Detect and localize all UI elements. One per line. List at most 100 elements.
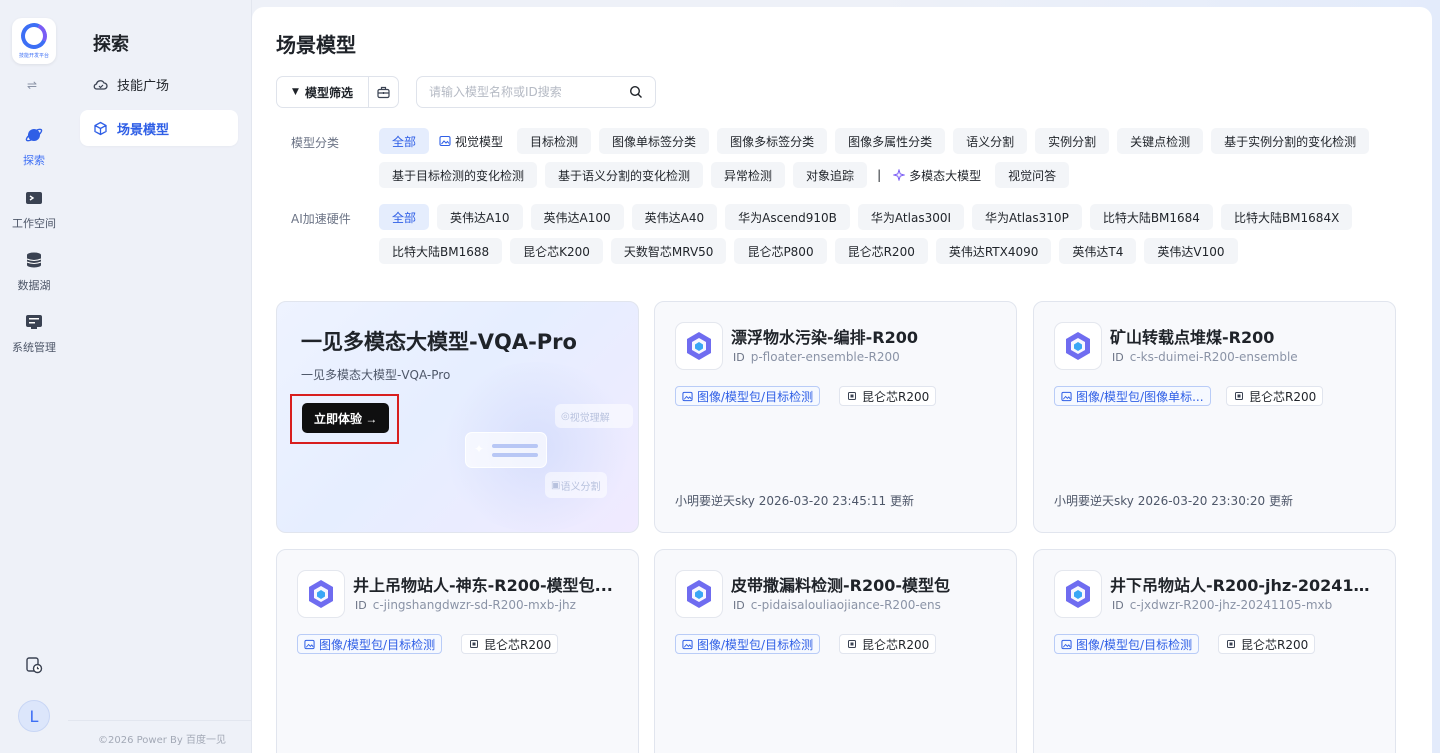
- hardware-tag-all[interactable]: 全部: [379, 204, 430, 230]
- model-filter-label: 模型筛选: [304, 85, 353, 100]
- hardware-tag[interactable]: 英伟达A10: [437, 204, 523, 230]
- rail-item-datalake[interactable]: 数据湖: [0, 251, 68, 293]
- category-tag[interactable]: 图像多属性分类: [835, 128, 946, 154]
- id-label: ID: [733, 598, 745, 612]
- category-group-visual-label: 视觉模型: [455, 134, 504, 149]
- category-tag[interactable]: 目标检测: [517, 128, 592, 154]
- model-id-value: c-jingshangdwzr-sd-R200-mxb-jhz: [372, 598, 576, 612]
- database-icon: [26, 252, 42, 268]
- cube-icon: [94, 121, 107, 135]
- sidebar-title: 探索: [93, 34, 129, 55]
- hardware-tag[interactable]: 华为Ascend910B: [725, 204, 850, 230]
- hardware-tag[interactable]: 比特大陆BM1688: [379, 238, 503, 264]
- deco-label: 语义分割: [560, 481, 601, 493]
- sidebar-item-scene-model[interactable]: 场景模型: [80, 110, 238, 146]
- hero-subtitle: 一见多模态大模型-VQA-Pro: [301, 368, 451, 382]
- hardware-tag[interactable]: 英伟达T4: [1059, 238, 1137, 264]
- id-label: ID: [355, 598, 367, 612]
- model-type-text: 图像/模型包/目标检测: [697, 637, 814, 652]
- rail-label-datalake: 数据湖: [17, 279, 51, 292]
- rail-item-system[interactable]: 系统管理: [0, 313, 68, 355]
- hardware-chip: 昆仑芯R200: [1226, 386, 1324, 406]
- sidebar-item-skill-square[interactable]: 技能广场: [80, 66, 238, 102]
- hardware-chip-text: 昆仑芯R200: [484, 637, 552, 652]
- hardware-tag[interactable]: 昆仑芯K200: [510, 238, 603, 264]
- category-tag[interactable]: 图像多标签分类: [717, 128, 828, 154]
- deco-label: 视觉理解: [569, 412, 610, 424]
- hardware-chip-text: 昆仑芯R200: [862, 637, 930, 652]
- hero-card[interactable]: 一见多模态大模型-VQA-Pro 一见多模态大模型-VQA-Pro 立即体验 →…: [276, 301, 639, 533]
- main-panel: 场景模型 ▼ 模型筛选 模型分类 全部 视觉模型 目标检测 图像单标签分类 图像…: [252, 7, 1432, 753]
- hardware-tag[interactable]: 英伟达RTX4090: [935, 238, 1052, 264]
- filter-settings-button[interactable]: [369, 77, 398, 107]
- category-tag[interactable]: 实例分割: [1035, 128, 1110, 154]
- category-tags: 全部 视觉模型 目标检测 图像单标签分类 图像多标签分类 图像多属性分类 语义分…: [379, 128, 1379, 188]
- category-tag[interactable]: 基于目标检测的变化检测: [379, 162, 538, 188]
- category-tag[interactable]: 异常检测: [711, 162, 786, 188]
- rail-item-workspace[interactable]: 工作空间: [0, 189, 68, 231]
- search-icon[interactable]: [629, 85, 643, 99]
- hardware-chip-text: 昆仑芯R200: [1249, 389, 1317, 404]
- model-filter-button[interactable]: ▼ 模型筛选: [277, 77, 369, 107]
- image-icon: [682, 391, 693, 401]
- model-id-value: c-pidaisalouliaojiance-R200-ens: [750, 598, 941, 612]
- model-type-chip: 图像/模型包/目标检测: [1054, 634, 1200, 654]
- model-id: ID c-pidaisalouliaojiance-R200-ens: [733, 598, 941, 612]
- hardware-tag[interactable]: 华为Atlas310P: [972, 204, 1082, 230]
- model-type-chip: 图像/模型包/目标检测: [675, 634, 821, 654]
- logo-text: 技能开发平台: [18, 53, 49, 59]
- hardware-tag[interactable]: 天数智芯MRV50: [610, 238, 727, 264]
- model-card[interactable]: 井上吊物站人-神东-R200-模型包... ID c-jingshangdwzr-…: [276, 549, 639, 753]
- hardware-chip: 昆仑芯R200: [461, 634, 559, 654]
- model-card[interactable]: 矿山转载点堆煤-R200 ID c-ks-duimei-R200-ensemble…: [1033, 301, 1396, 533]
- search-box: [416, 76, 656, 108]
- model-card[interactable]: 皮带撒漏料检测-R200-模型包 ID c-pidaisalouliaojianc…: [654, 549, 1017, 753]
- hero-deco-text-card: ✦: [465, 432, 547, 468]
- model-card[interactable]: 井下吊物站人-R200-jhz-2024110... ID c-jxdwzr-R2…: [1033, 549, 1396, 753]
- model-type-text: 图像/模型包/目标检测: [697, 389, 814, 404]
- try-now-button[interactable]: 立即体验 →: [302, 403, 390, 433]
- hardware-tag[interactable]: 昆仑芯R200: [834, 238, 928, 264]
- category-tag[interactable]: 视觉问答: [995, 162, 1070, 188]
- history-doc-icon[interactable]: [25, 656, 43, 674]
- hardware-tag[interactable]: 英伟达A100: [530, 204, 624, 230]
- image-icon: [1061, 639, 1072, 649]
- planet-icon: [25, 128, 43, 142]
- model-type-text: 图像/模型包/目标检测: [319, 637, 436, 652]
- model-type-text: 图像/模型包/目标检测: [1076, 637, 1193, 652]
- category-tag[interactable]: 基于实例分割的变化检测: [1211, 128, 1370, 154]
- hardware-tag[interactable]: 华为Atlas300I: [857, 204, 965, 230]
- hardware-tag[interactable]: 昆仑芯P800: [734, 238, 827, 264]
- model-id-value: p-floater-ensemble-R200: [750, 350, 900, 364]
- category-group-visual[interactable]: 视觉模型: [437, 128, 509, 154]
- category-tag[interactable]: 对象追踪: [793, 162, 868, 188]
- hero-deco-visual-understanding: ◎ 视觉理解: [555, 404, 633, 428]
- user-avatar[interactable]: L: [18, 700, 50, 732]
- hardware-chip: 昆仑芯R200: [1218, 634, 1316, 654]
- logo-ring-icon: [17, 19, 51, 53]
- model-title: 漂浮物水污染-编排-R200: [731, 328, 919, 347]
- category-tag[interactable]: 基于语义分割的变化检测: [545, 162, 704, 188]
- hardware-chip-text: 昆仑芯R200: [862, 389, 930, 404]
- hero-deco-segmentation: ▣ 语义分割: [545, 472, 607, 498]
- model-title: 井上吊物站人-神东-R200-模型包...: [353, 576, 613, 595]
- hardware-tag[interactable]: 英伟达A40: [631, 204, 718, 230]
- search-input[interactable]: [429, 83, 619, 101]
- app-logo[interactable]: 技能开发平台: [12, 18, 56, 64]
- rail-item-explore[interactable]: 探索: [0, 126, 68, 168]
- category-label: 模型分类: [291, 136, 340, 150]
- rail-toggle-icon[interactable]: ⇌: [27, 78, 37, 92]
- category-tag[interactable]: 语义分割: [953, 128, 1028, 154]
- category-group-multimodal[interactable]: 多模态大模型: [891, 162, 987, 188]
- category-tag[interactable]: 图像单标签分类: [599, 128, 710, 154]
- page-title: 场景模型: [276, 33, 356, 57]
- chip-icon: [470, 640, 478, 648]
- hardware-tag[interactable]: 比特大陆BM1684X: [1220, 204, 1353, 230]
- hardware-tag[interactable]: 英伟达V100: [1144, 238, 1238, 264]
- sidebar-item-label: 场景模型: [117, 122, 170, 138]
- model-card[interactable]: 漂浮物水污染-编排-R200 ID p-floater-ensemble-R200…: [654, 301, 1017, 533]
- hardware-tag[interactable]: 比特大陆BM1684: [1089, 204, 1213, 230]
- hardware-chip: 昆仑芯R200: [839, 634, 937, 654]
- category-tag[interactable]: 关键点检测: [1117, 128, 1204, 154]
- category-tag-all[interactable]: 全部: [379, 128, 430, 154]
